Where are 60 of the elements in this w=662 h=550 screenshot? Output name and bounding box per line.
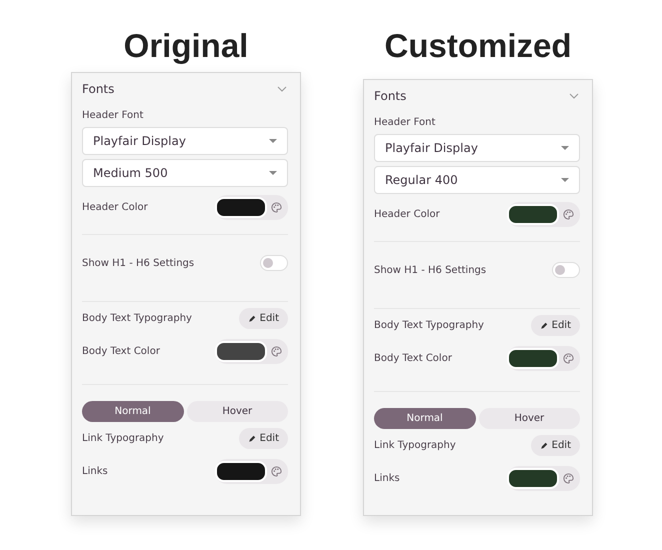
- field-label: Header Color: [82, 202, 148, 213]
- field-label: Body Text Typography: [82, 313, 192, 324]
- color-swatch[interactable]: [507, 468, 559, 489]
- field-label: Link Typography: [82, 433, 164, 444]
- color-picker[interactable]: [215, 195, 288, 220]
- comparison-heading: Original: [124, 26, 248, 66]
- font-family-select[interactable]: Playfair Display: [374, 134, 580, 162]
- chevron-icon[interactable]: [569, 93, 579, 99]
- color-picker[interactable]: [507, 202, 580, 227]
- state-tab[interactable]: Hover: [186, 401, 288, 422]
- toggle-switch[interactable]: [260, 255, 288, 271]
- palette-icon[interactable]: [271, 346, 282, 357]
- color-picker[interactable]: [215, 339, 288, 364]
- state-tab[interactable]: Normal: [82, 401, 184, 422]
- field-label: Links: [374, 473, 400, 484]
- color-swatch[interactable]: [215, 461, 267, 482]
- color-swatch[interactable]: [507, 204, 559, 225]
- palette-icon[interactable]: [563, 209, 574, 220]
- edit-button[interactable]: Edit: [530, 435, 580, 456]
- section-title: Fonts: [374, 89, 406, 103]
- edit-button[interactable]: Edit: [238, 308, 288, 329]
- comparison-heading: Customized: [384, 26, 572, 66]
- pencil-icon: [248, 314, 256, 322]
- color-swatch[interactable]: [507, 348, 559, 369]
- font-weight-select[interactable]: Regular 400: [374, 166, 580, 194]
- field-label: Body Text Color: [374, 353, 452, 364]
- color-swatch[interactable]: [215, 197, 267, 218]
- caret-icon: [561, 146, 569, 150]
- field-label: Header Font: [82, 110, 144, 121]
- caret-icon: [561, 178, 569, 182]
- color-picker[interactable]: [215, 459, 288, 484]
- caret-icon: [269, 171, 277, 175]
- section-title: Fonts: [82, 82, 114, 96]
- field-label: Links: [82, 466, 108, 477]
- pencil-icon: [248, 434, 256, 442]
- state-tab[interactable]: Hover: [478, 408, 580, 429]
- pencil-icon: [540, 442, 548, 450]
- palette-icon[interactable]: [271, 202, 282, 213]
- field-label: Body Text Color: [82, 346, 160, 357]
- field-label: Header Color: [374, 209, 440, 220]
- caret-icon: [269, 139, 277, 143]
- chevron-icon[interactable]: [277, 86, 287, 92]
- field-label: Body Text Typography: [374, 320, 484, 331]
- edit-button[interactable]: Edit: [530, 315, 580, 336]
- field-label: Show H1 - H6 Settings: [374, 264, 486, 276]
- color-swatch[interactable]: [215, 341, 267, 362]
- font-family-select[interactable]: Playfair Display: [82, 127, 288, 155]
- palette-icon[interactable]: [563, 353, 574, 364]
- palette-icon[interactable]: [563, 473, 574, 484]
- palette-icon[interactable]: [271, 466, 282, 477]
- field-label: Link Typography: [374, 440, 456, 451]
- color-picker[interactable]: [507, 346, 580, 371]
- field-label: Header Font: [374, 117, 436, 128]
- edit-button[interactable]: Edit: [238, 428, 288, 449]
- toggle-switch[interactable]: [552, 262, 580, 278]
- pencil-icon: [540, 322, 548, 330]
- field-label: Show H1 - H6 Settings: [82, 258, 194, 268]
- color-picker[interactable]: [507, 466, 580, 491]
- state-tab[interactable]: Normal: [374, 408, 476, 429]
- font-weight-select[interactable]: Medium 500: [82, 159, 288, 187]
